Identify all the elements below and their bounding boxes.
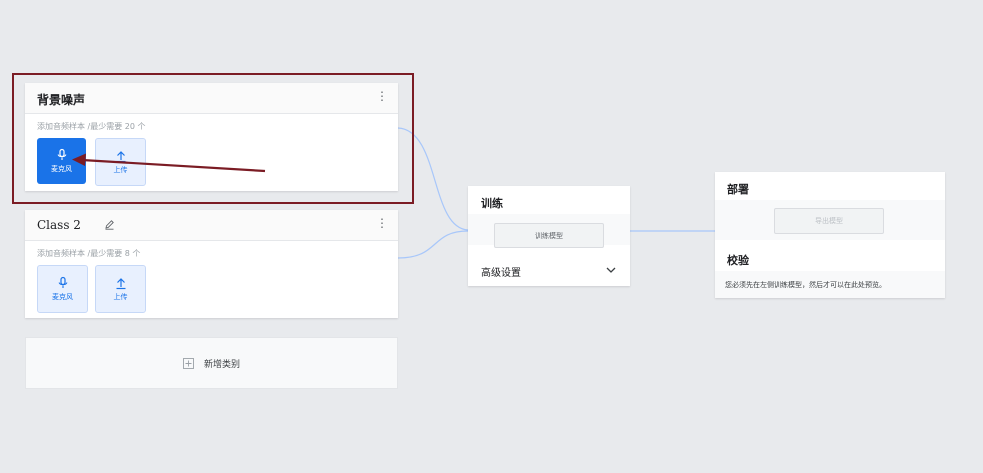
annotation-arrow [72,153,266,173]
